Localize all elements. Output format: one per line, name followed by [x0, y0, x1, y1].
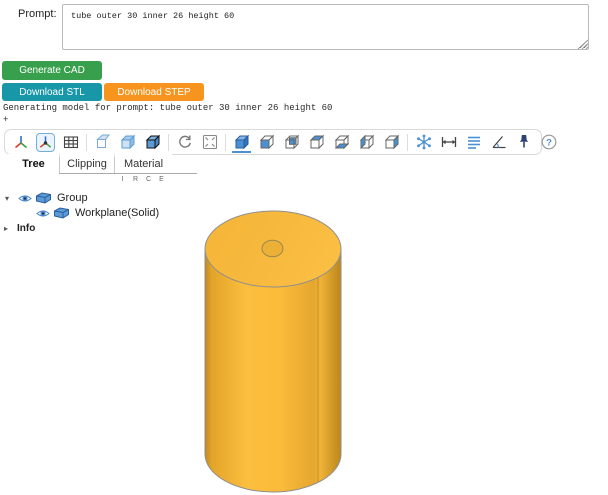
prompt-label: Prompt:	[18, 8, 57, 20]
angle-measure-icon[interactable]	[489, 133, 508, 152]
generate-cad-button[interactable]: Generate CAD	[2, 61, 102, 80]
ortho-icon[interactable]	[93, 133, 112, 152]
iso-view-icon[interactable]	[232, 131, 251, 153]
status-plus: +	[3, 115, 9, 125]
grid-icon[interactable]	[61, 133, 80, 152]
tab-material[interactable]: Material	[115, 154, 172, 174]
reset-camera-icon[interactable]	[175, 133, 194, 152]
info-label[interactable]: Info	[17, 223, 35, 234]
collapse-caret-icon[interactable]: ▾	[5, 194, 15, 203]
black-edges-icon[interactable]	[143, 133, 162, 152]
toolbar-separator	[168, 133, 169, 151]
tree-row-workplane[interactable]: Workplane(Solid)	[33, 206, 159, 220]
tree-col-i: I	[121, 176, 124, 183]
toolbar-separator	[407, 133, 408, 151]
tab-tree[interactable]: Tree	[8, 154, 59, 174]
svg-text:?: ?	[546, 137, 552, 148]
explode-icon[interactable]	[414, 133, 433, 152]
download-step-button[interactable]: Download STEP	[104, 83, 204, 101]
fit-view-icon[interactable]	[200, 133, 219, 152]
viewer-toolbar: ?	[4, 129, 556, 155]
status-message: Generating model for prompt: tube outer …	[3, 103, 333, 113]
top-view-icon[interactable]	[307, 133, 326, 152]
tree-col-e: E	[159, 176, 164, 183]
shape-icon[interactable]	[53, 207, 70, 219]
shape-icon[interactable]	[35, 192, 52, 204]
tree-column-headers: I R C E	[116, 176, 168, 183]
tree-node-label[interactable]: Workplane(Solid)	[75, 207, 159, 219]
tube-inner-hole[interactable]	[261, 239, 284, 258]
cad-app: Prompt: tube outer 30 inner 26 height 60…	[0, 0, 608, 495]
right-view-icon[interactable]	[382, 133, 401, 152]
transparent-icon[interactable]	[118, 133, 137, 152]
eye-icon[interactable]	[36, 208, 50, 219]
expand-caret-icon[interactable]: ▸	[4, 224, 14, 233]
viewer-canvas[interactable]	[190, 205, 355, 495]
tree-col-r: R	[132, 176, 139, 183]
tube-solid[interactable]	[204, 210, 342, 493]
toolbar-separator	[225, 133, 226, 151]
eye-icon[interactable]	[18, 193, 32, 204]
tree-col-c: C	[145, 176, 152, 183]
front-view-icon[interactable]	[257, 133, 276, 152]
left-view-icon[interactable]	[357, 133, 376, 152]
info-section-header[interactable]: ▸ Info	[4, 221, 35, 235]
download-stl-button[interactable]: Download STL	[2, 83, 102, 101]
axes0-icon[interactable]	[36, 132, 55, 152]
tree-node-label[interactable]: Group	[57, 192, 88, 204]
toolbar-separator	[86, 133, 87, 151]
tab-underline	[59, 173, 197, 174]
tree-row-group[interactable]: ▾ Group	[5, 191, 88, 205]
rear-view-icon[interactable]	[282, 133, 301, 152]
tab-clipping[interactable]: Clipping	[60, 154, 114, 174]
axes-icon[interactable]	[11, 133, 30, 152]
properties-measure-icon[interactable]	[464, 133, 483, 152]
distance-measure-icon[interactable]	[439, 133, 458, 152]
prompt-input[interactable]: tube outer 30 inner 26 height 60	[62, 4, 589, 50]
help-icon[interactable]: ?	[539, 133, 558, 152]
pin-icon[interactable]	[514, 133, 533, 152]
bottom-view-icon[interactable]	[332, 133, 351, 152]
